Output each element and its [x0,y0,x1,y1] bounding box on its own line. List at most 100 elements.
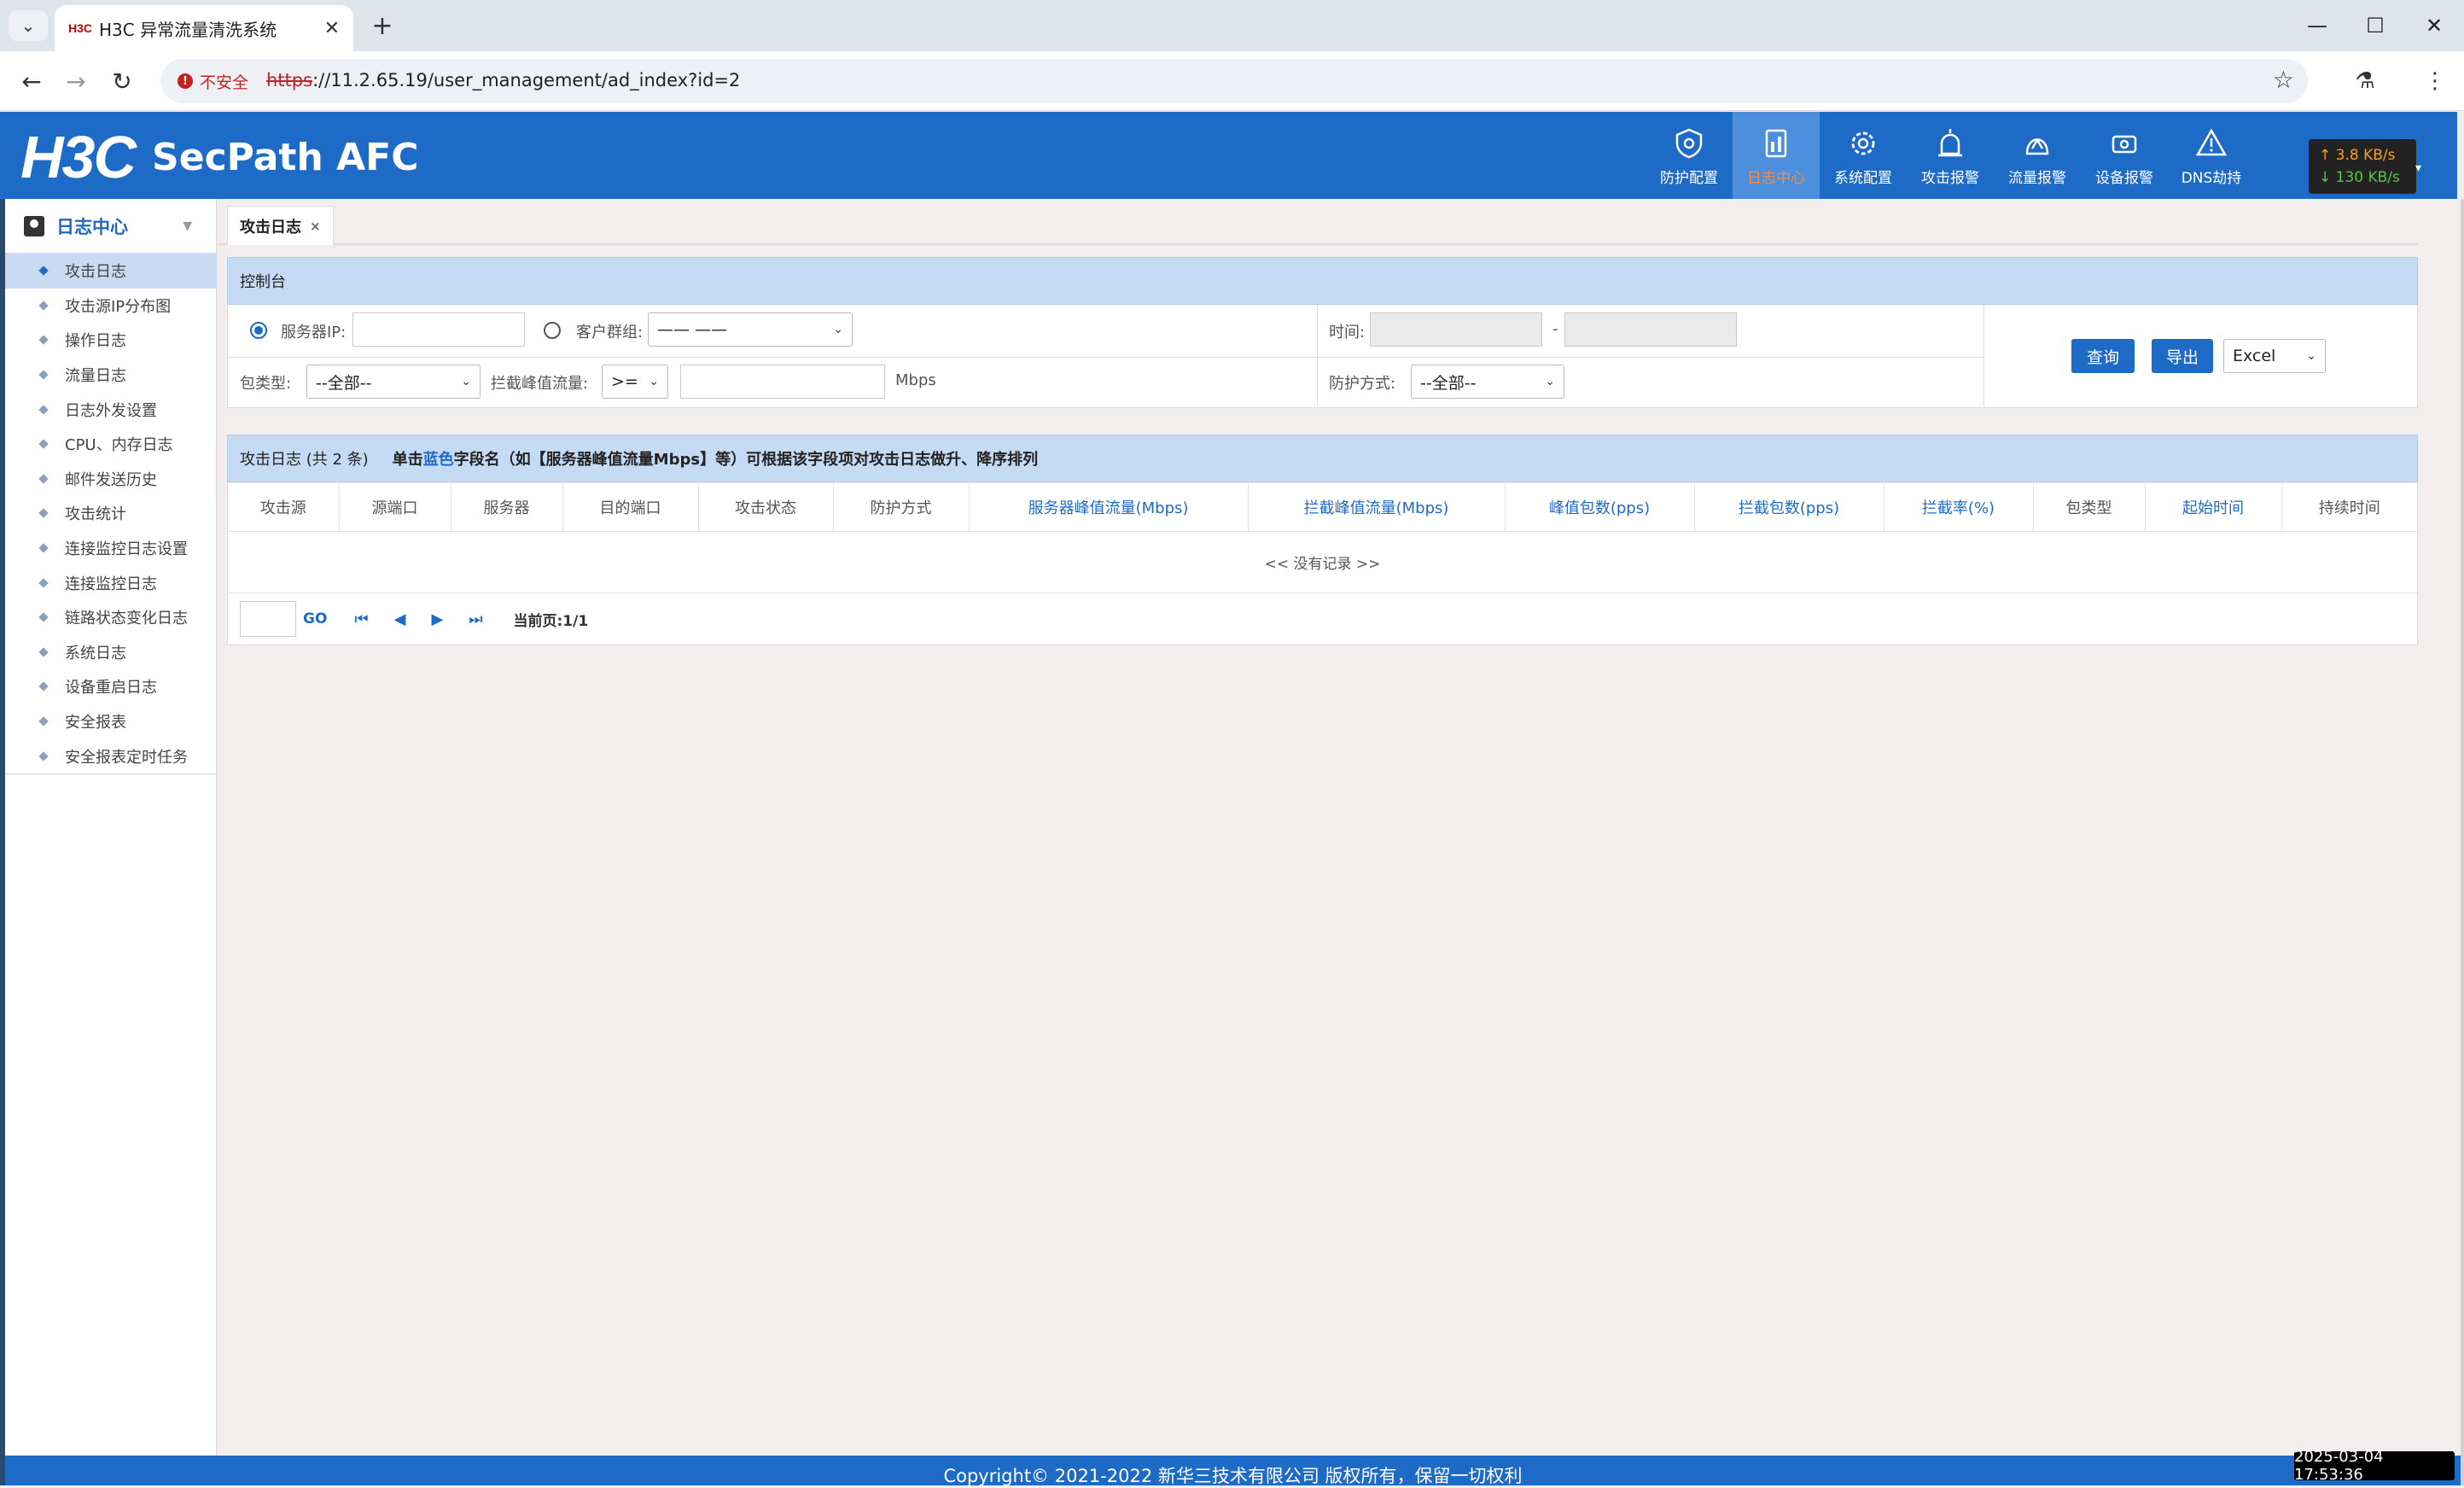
chevron-down-icon: ⌄ [461,375,471,388]
tab-attack-log[interactable]: 攻击日志 × [227,206,334,245]
bookmark-star-icon[interactable]: ☆ [2273,66,2294,94]
pager: GO ⏮ ◀ ▶ ⏭ 当前页:1/1 [228,594,2417,644]
sidebar-item[interactable]: 邮件发送历史 [5,462,216,497]
hint-prefix: 单击 [392,451,423,469]
back-button[interactable]: ← [14,63,50,99]
divider [1983,305,1984,406]
protect-mode-select[interactable]: --全部-- ⌄ [1411,365,1564,399]
export-format-select[interactable]: Excel ⌄ [2223,339,2326,373]
first-page-icon[interactable]: ⏮ [354,610,368,628]
reload-button[interactable]: ↻ [104,63,140,99]
export-button[interactable]: 导出 [2152,339,2213,373]
diamond-bullet-icon [38,542,50,554]
sidebar-item[interactable]: 攻击日志 [5,254,216,289]
column-header[interactable]: 拦截包数(pps) [1694,483,1884,532]
reload-icon: ↻ [112,67,132,96]
diamond-bullet-icon [38,404,50,416]
console-panel: 服务器IP: 客户群组: —— —— ⌄ 时间: - 包类型: --全部-- ⌄… [227,305,2418,408]
sidebar-item[interactable]: 安全报表定时任务 [5,738,216,773]
block-peak-input[interactable] [680,365,885,399]
sidebar-item[interactable]: 操作日志 [5,323,216,358]
sidebar-item-label: 安全报表 [65,714,126,732]
column-header[interactable]: 峰值包数(pps) [1505,483,1695,532]
sort-hint: 单击蓝色字段名（如【服务器峰值流量Mbps】等）可根据该字段项对攻击日志做升、降… [393,447,1038,470]
server-ip-input[interactable] [352,312,525,347]
next-page-icon[interactable]: ▶ [431,610,443,628]
topnav-label: DNS劫持 [2181,169,2242,187]
address-bar[interactable]: ! 不安全 https://11.2.65.19/user_management… [160,59,2308,103]
sidebar-item[interactable]: 设备重启日志 [5,669,216,704]
device-icon [2106,125,2143,162]
topnav-item[interactable]: 日志中心 [1733,112,1820,199]
go-button[interactable]: GO [303,610,327,627]
page-number-input[interactable] [240,601,296,637]
customer-group-radio[interactable] [544,322,561,339]
close-icon[interactable]: × [310,219,321,234]
traffic-meter: ↑ 3.8 KB/s ↓ 130 KB/s [2309,139,2416,194]
topnav-label: 日志中心 [1747,169,1805,187]
sidebar-item-label: 连接监控日志 [65,575,157,593]
chevron-down-icon: ⌄ [833,323,843,336]
prev-page-icon[interactable]: ◀ [394,610,406,628]
sidebar-item-label: 流量日志 [65,367,126,386]
copyright-text: Copyright© 2021-2022 新华三技术有限公司 版权所有，保留一切… [943,1465,1523,1486]
column-header[interactable]: 拦截峰值流量(Mbps) [1248,483,1506,532]
top-navigation: 防护配置 日志中心 系统配置 攻击报警 流量报警 设备报警 DNS劫持 [1646,112,2255,199]
browser-tab[interactable]: H3C H3C 异常流量清洗系统 ✕ [55,5,353,51]
sidebar-item[interactable]: 日志外发设置 [5,392,216,427]
security-chip[interactable]: ! 不安全 [171,66,260,96]
diamond-bullet-icon [38,265,50,277]
tab-search-button[interactable]: ⌄ [9,10,48,41]
forward-button[interactable]: → [58,63,94,99]
sidebar-item[interactable]: CPU、内存日志 [5,427,216,462]
sidebar-header[interactable]: 日志中心 ▼ [5,199,216,254]
topnav-item[interactable]: 攻击报警 [1907,112,1994,199]
topnav-item[interactable]: DNS劫持 [2168,112,2255,199]
tab-label: 攻击日志 [240,218,301,236]
sidebar-item[interactable]: 安全报表 [5,704,216,739]
console-title-bar: 控制台 [227,257,2418,305]
sidebar-item-label: 连接监控日志设置 [65,540,188,559]
sidebar-item[interactable]: 攻击统计 [5,496,216,531]
collapse-caret-icon[interactable]: ▼ [183,219,192,233]
sidebar-item[interactable]: 流量日志 [5,358,216,393]
log-table-panel: 攻击源 源端口 服务器 目的端口 攻击状态 防护方式 服务器峰值流量(Mbps) 拦截峰值流量… [227,483,2418,645]
customer-group-select[interactable]: —— —— ⌄ [648,312,853,347]
operator-select[interactable]: >= ⌄ [602,365,668,399]
labs-flask-icon[interactable]: ⚗ [2347,63,2383,99]
sidebar-item-label: 系统日志 [65,644,126,662]
server-ip-radio[interactable] [250,322,267,339]
page-tabs: 攻击日志 × [217,199,2418,245]
close-tab-icon[interactable]: ✕ [324,18,340,39]
column-header[interactable]: 服务器峰值流量(Mbps) [969,483,1249,532]
not-secure-icon: ! [178,73,193,89]
column-header[interactable]: 拦截率(%) [1884,483,2034,532]
packet-type-select[interactable]: --全部-- ⌄ [306,365,481,399]
shield-icon [1670,125,1708,162]
maximize-button[interactable]: ☐ [2345,7,2405,44]
traffic-dropdown-icon[interactable]: ▾ [2415,161,2421,175]
security-label: 不安全 [200,73,249,92]
topnav-label: 防护配置 [1660,169,1718,187]
sidebar-item[interactable]: 链路状态变化日志 [5,600,216,635]
topnav-item[interactable]: 设备报警 [2081,112,2168,199]
sidebar-item[interactable]: 系统日志 [5,635,216,670]
start-time-input[interactable] [1370,312,1542,347]
sidebar-item[interactable]: 连接监控日志 [5,565,216,600]
browser-menu-icon[interactable]: ⋮ [2417,63,2453,99]
url-text[interactable]: https://11.2.65.19/user_management/ad_in… [266,70,740,90]
forward-arrow-icon: → [66,67,86,96]
topnav-item[interactable]: 流量报警 [1994,112,2081,199]
topnav-item[interactable]: 防护配置 [1646,112,1733,199]
minimize-button[interactable]: — [2287,7,2347,44]
end-time-input[interactable] [1564,312,1737,347]
sidebar-item[interactable]: 攻击源IP分布图 [5,289,216,324]
window-close-button[interactable]: ✕ [2404,7,2464,44]
server-ip-label: 服务器IP: [281,324,347,341]
new-tab-button[interactable]: + [365,10,399,41]
topnav-item[interactable]: 系统配置 [1820,112,1907,199]
sidebar-item[interactable]: 连接监控日志设置 [5,531,216,566]
last-page-icon[interactable]: ⏭ [469,610,482,628]
query-button[interactable]: 查询 [2071,339,2135,373]
column-header[interactable]: 起始时间 [2145,483,2282,532]
